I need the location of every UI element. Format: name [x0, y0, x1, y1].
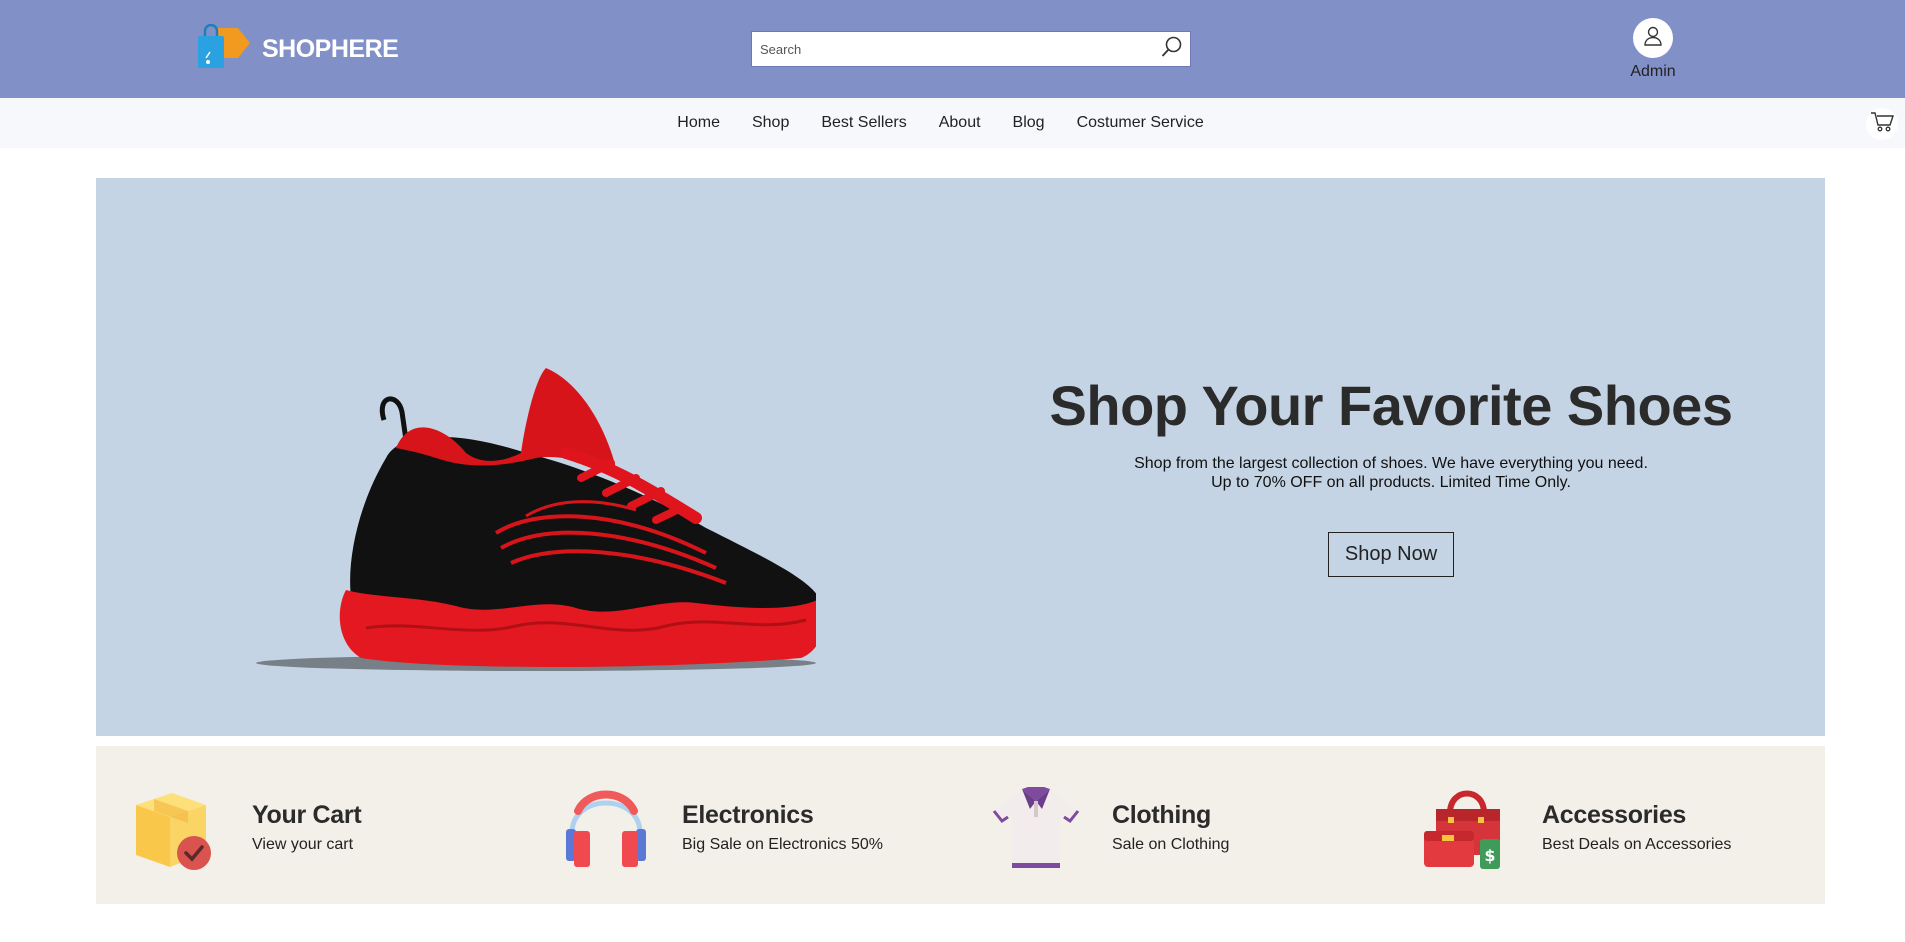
- cart-icon: [1870, 111, 1894, 138]
- cart-button[interactable]: [1866, 108, 1898, 140]
- search-icon: [1160, 35, 1184, 64]
- sneaker-image: [236, 358, 824, 688]
- category-text: Clothing Sale on Clothing: [1112, 801, 1229, 854]
- category-subtitle: Sale on Clothing: [1112, 835, 1230, 853]
- category-text: Your Cart View your cart: [252, 800, 362, 854]
- category-text: Accessories Best Deals on Accessories: [1542, 801, 1731, 854]
- hero-subtitle-line1: Shop from the largest collection of shoe…: [1134, 455, 1648, 472]
- nav-customer-service[interactable]: Costumer Service: [1077, 114, 1204, 132]
- main-nav: Home Shop Best Sellers About Blog Costum…: [0, 98, 1905, 148]
- nav-shop[interactable]: Shop: [752, 114, 789, 132]
- category-subtitle: Best Deals on Accessories: [1542, 835, 1732, 853]
- category-title: Electronics: [682, 800, 814, 829]
- category-electronics[interactable]: Electronics Big Sale on Electronics 50%: [562, 782, 883, 872]
- category-subtitle: Big Sale on Electronics 50%: [682, 835, 883, 853]
- top-header: SHOPHERE Admin: [0, 0, 1905, 98]
- category-subtitle: View your cart: [252, 835, 354, 853]
- brand-name: SHOPHERE: [262, 34, 399, 63]
- nav-links: Home Shop Best Sellers About Blog Costum…: [0, 98, 1905, 148]
- hero-content: Shop Your Favorite Shoes Shop from the l…: [1046, 373, 1736, 577]
- hero-subtitle-line2: Up to 70% OFF on all products. Limited T…: [1211, 474, 1571, 491]
- account-menu[interactable]: Admin: [1620, 18, 1686, 88]
- category-title: Your Cart: [252, 800, 362, 829]
- category-your-cart[interactable]: Your Cart View your cart: [132, 782, 362, 872]
- hero-banner: Shop Your Favorite Shoes Shop from the l…: [96, 178, 1825, 736]
- nav-home[interactable]: Home: [677, 114, 720, 132]
- avatar: [1633, 18, 1673, 58]
- svg-text:$: $: [1484, 846, 1495, 865]
- nav-best-sellers[interactable]: Best Sellers: [821, 114, 906, 132]
- headphones-icon: [562, 783, 650, 871]
- nav-about[interactable]: About: [939, 114, 981, 132]
- category-text: Electronics Big Sale on Electronics 50%: [682, 801, 883, 854]
- hero-title: Shop Your Favorite Shoes: [1049, 374, 1733, 437]
- brand-logo[interactable]: SHOPHERE: [196, 23, 399, 75]
- handbag-icon: $: [1422, 783, 1510, 871]
- hero-subtitle: Shop from the largest collection of shoe…: [1046, 454, 1736, 492]
- shirt-icon: [992, 783, 1080, 871]
- box-check-icon: [132, 783, 220, 871]
- shopping-bag-logo-icon: [196, 23, 250, 75]
- shop-now-button[interactable]: Shop Now: [1327, 532, 1455, 577]
- category-strip: Your Cart View your cart Electronics Big…: [96, 746, 1825, 904]
- user-icon: [1642, 25, 1664, 52]
- account-label: Admin: [1630, 63, 1676, 80]
- category-title: Clothing: [1112, 800, 1211, 829]
- search-bar: [751, 31, 1191, 67]
- category-clothing[interactable]: Clothing Sale on Clothing: [992, 782, 1229, 872]
- category-accessories[interactable]: $ Accessories Best Deals on Accessories: [1422, 782, 1731, 872]
- search-button[interactable]: [1158, 35, 1186, 63]
- nav-blog[interactable]: Blog: [1013, 114, 1045, 132]
- search-input[interactable]: [752, 32, 1147, 66]
- category-title: Accessories: [1542, 800, 1687, 829]
